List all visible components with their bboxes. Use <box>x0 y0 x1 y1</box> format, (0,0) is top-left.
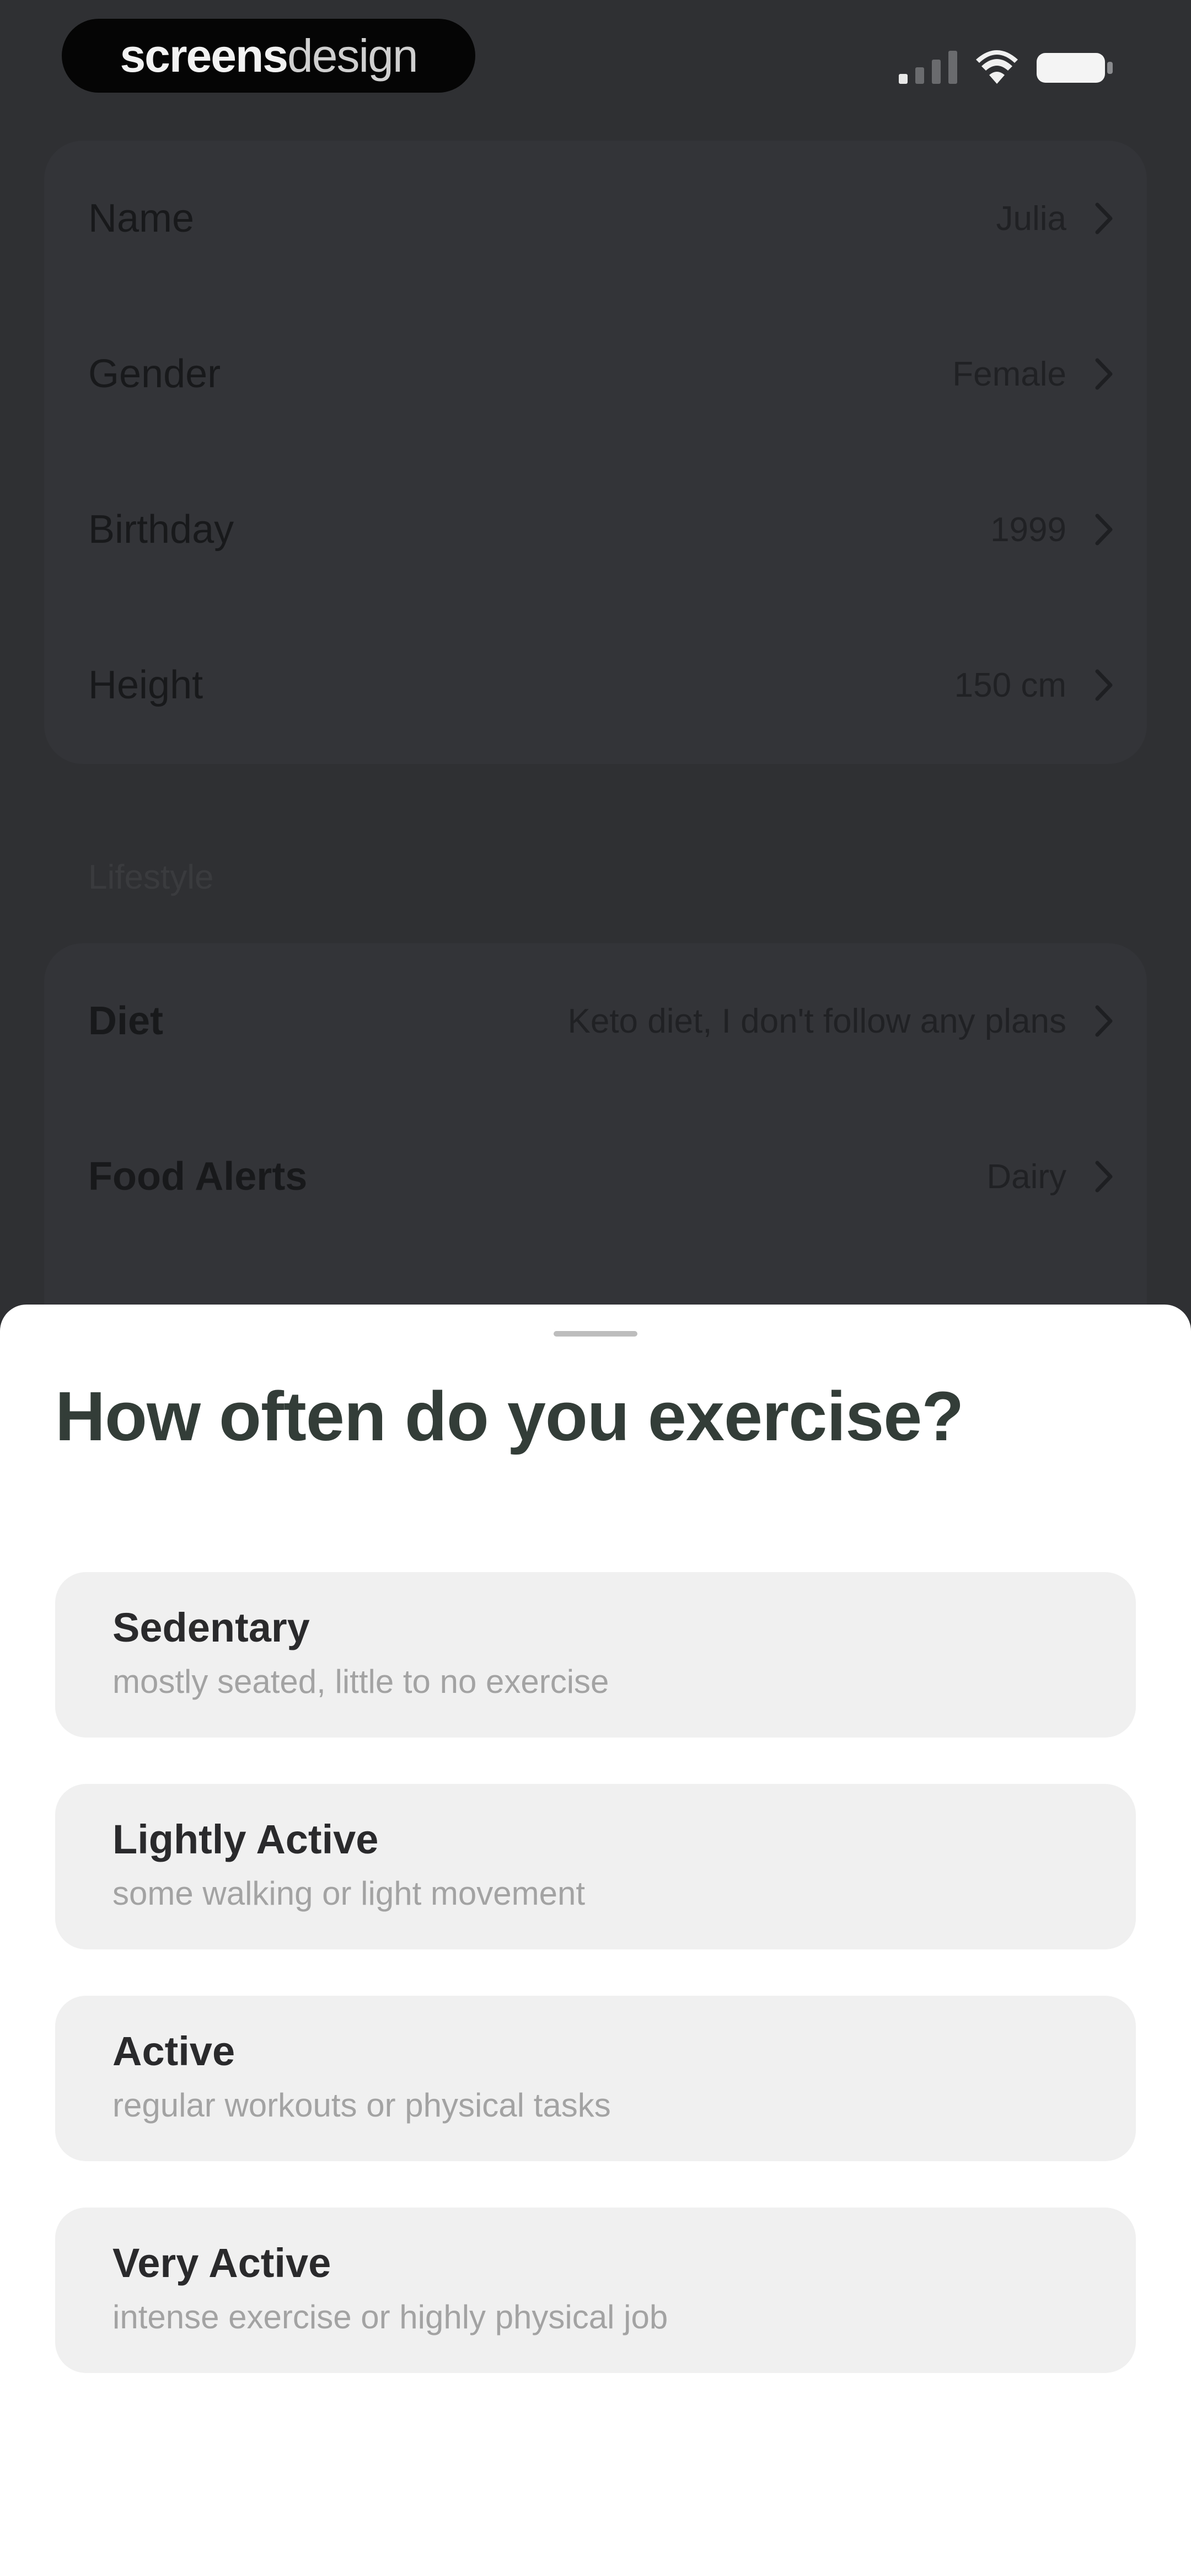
row-birthday[interactable]: Birthday 1999 <box>88 452 1114 607</box>
row-height[interactable]: Height 150 cm <box>88 607 1114 763</box>
row-diet[interactable]: Diet Keto diet, I don't follow any plans <box>88 943 1114 1099</box>
row-name[interactable]: Name Julia <box>88 141 1114 296</box>
row-value: Female <box>952 355 1066 393</box>
lifestyle-section-header: Lifestyle <box>88 858 214 896</box>
option-active[interactable]: Active regular workouts or physical task… <box>55 1996 1136 2161</box>
chevron-right-icon <box>1095 1161 1113 1193</box>
option-sedentary[interactable]: Sedentary mostly seated, little to no ex… <box>55 1572 1136 1738</box>
option-title: Lightly Active <box>112 1816 379 1862</box>
cellular-signal-icon <box>899 51 957 84</box>
brand-logo-bold: screens <box>120 29 288 82</box>
option-subtitle: mostly seated, little to no exercise <box>112 1663 609 1700</box>
option-lightly-active[interactable]: Lightly Active some walking or light mov… <box>55 1784 1136 1949</box>
sheet-title: How often do you exercise? <box>55 1377 964 1455</box>
option-subtitle: intense exercise or highly physical job <box>112 2299 668 2335</box>
battery-icon <box>1037 53 1113 83</box>
row-label: Birthday <box>88 507 234 552</box>
option-title: Active <box>112 2028 235 2074</box>
brand-logo-light: design <box>287 29 419 82</box>
row-label: Height <box>88 663 203 707</box>
row-value: Dairy <box>986 1157 1066 1196</box>
chevron-right-icon <box>1095 1005 1113 1037</box>
chevron-right-icon <box>1095 358 1113 390</box>
option-very-active[interactable]: Very Active intense exercise or highly p… <box>55 2208 1136 2373</box>
row-value: 1999 <box>990 510 1066 549</box>
brand-logo: screens design <box>62 19 475 93</box>
chevron-right-icon <box>1095 202 1113 234</box>
row-value: 150 cm <box>954 666 1066 704</box>
profile-card: Name Julia Gender Female Birthday 1999 H… <box>44 141 1147 764</box>
row-label: Gender <box>88 352 221 396</box>
wifi-icon <box>976 50 1018 84</box>
row-food-alerts[interactable]: Food Alerts Dairy <box>88 1099 1114 1254</box>
row-label: Name <box>88 196 195 241</box>
option-subtitle: some walking or light movement <box>112 1875 586 1912</box>
sheet-grabber-handle[interactable] <box>554 1331 637 1337</box>
chevron-right-icon <box>1095 669 1113 701</box>
row-label: Food Alerts <box>88 1155 308 1199</box>
chevron-right-icon <box>1095 514 1113 546</box>
screen: screens design Name Julia Gender Female … <box>0 0 1191 2576</box>
option-title: Sedentary <box>112 1605 310 1650</box>
exercise-frequency-sheet: How often do you exercise? Sedentary mos… <box>0 1305 1191 2576</box>
option-title: Very Active <box>112 2240 331 2286</box>
row-label: Diet <box>88 999 164 1043</box>
row-value: Keto diet, I don't follow any plans <box>567 1002 1066 1040</box>
option-subtitle: regular workouts or physical tasks <box>112 2087 611 2124</box>
background-settings-screen: screens design Name Julia Gender Female … <box>0 0 1191 1440</box>
row-value: Julia <box>996 199 1066 238</box>
status-bar: screens design <box>0 0 1191 121</box>
row-gender[interactable]: Gender Female <box>88 296 1114 452</box>
